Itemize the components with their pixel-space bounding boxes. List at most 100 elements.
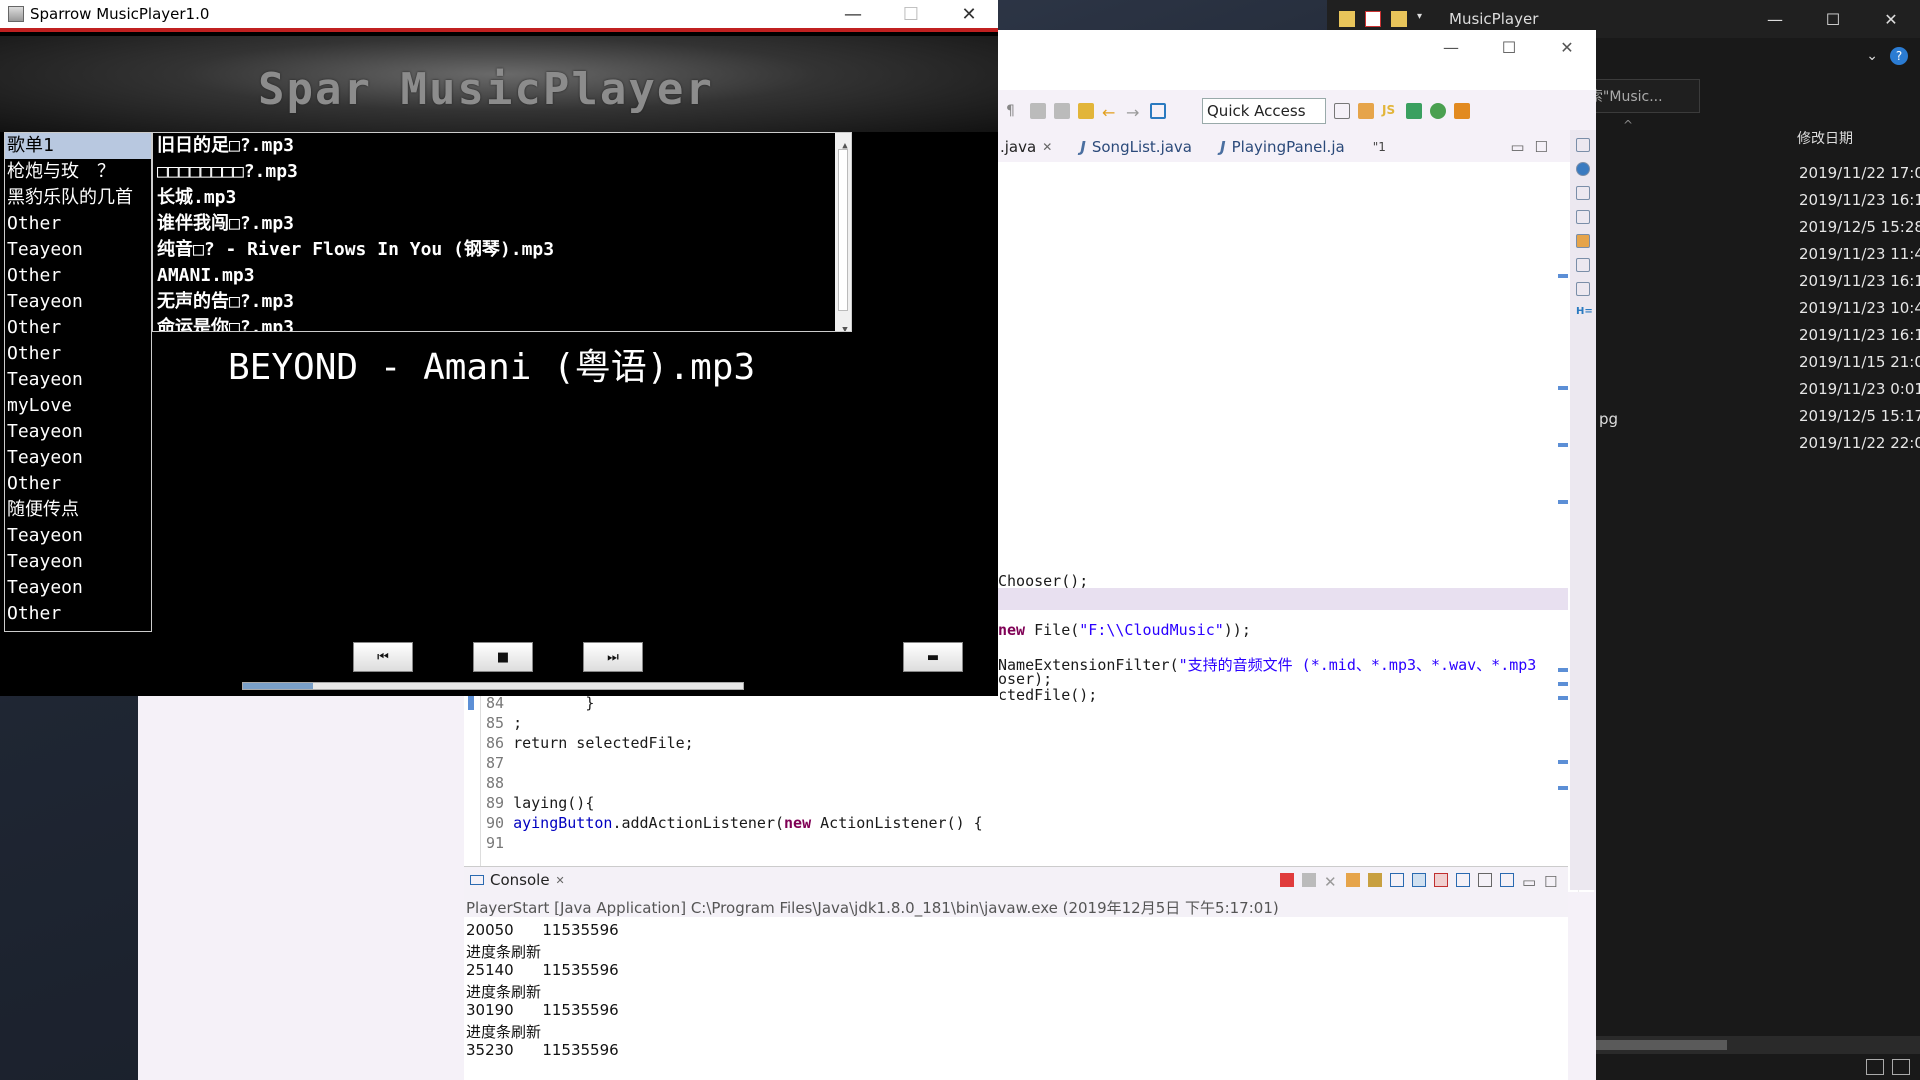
file-date[interactable]: 2019/11/23 10:4 [1799, 299, 1920, 326]
close-tab-icon[interactable]: ✕ [556, 874, 565, 887]
outline-icon[interactable] [1576, 162, 1590, 176]
song-item[interactable]: 命运是你□?.mp3 [153, 315, 851, 331]
file-date[interactable]: 2019/11/23 16:1 [1799, 191, 1920, 218]
close-button[interactable]: ✕ [940, 4, 998, 25]
console-tab[interactable]: Console [490, 871, 550, 889]
search-icon[interactable] [1054, 103, 1070, 119]
git-perspective-icon[interactable] [1454, 103, 1470, 119]
details-view-icon[interactable] [1866, 1059, 1884, 1075]
playlist-item[interactable]: Other [5, 263, 151, 289]
restore-icon[interactable] [1576, 210, 1590, 224]
properties-icon[interactable] [1365, 11, 1381, 27]
playlist-list[interactable]: 歌单1 枪炮与玫 ？黑豹乐队的几首 Other Teayeon Other Teayeon… [4, 132, 152, 632]
maximize-view-icon[interactable]: ☐ [1544, 873, 1558, 891]
song-item[interactable]: AMANI.mp3 [153, 263, 851, 289]
overview-marker[interactable] [1558, 682, 1568, 686]
code-editor-right[interactable]: Chooser(); new File("F:\\CloudMusic")); … [998, 162, 1594, 892]
pin-console-icon[interactable] [1456, 873, 1470, 887]
heading-icon[interactable]: H= [1576, 306, 1593, 320]
restore-icon[interactable] [1576, 138, 1590, 152]
overview-marker[interactable] [1558, 274, 1568, 278]
song-list-scrollbar[interactable]: ▲ ▼ [835, 133, 851, 331]
console-output[interactable]: 20050 11535596 进度条刷新 25140 11535596 进度条刷新 30… [464, 917, 1568, 1065]
help-icon[interactable]: ? [1890, 47, 1908, 65]
file-date[interactable]: 2019/12/5 15:28 [1799, 218, 1920, 245]
previous-button[interactable]: ⏮ [353, 642, 413, 672]
playlist-item[interactable]: Other [5, 341, 151, 367]
overview-marker[interactable] [1558, 386, 1568, 390]
tab-overflow[interactable]: "1 [1359, 140, 1400, 154]
scroll-lock-icon[interactable] [1368, 873, 1382, 887]
new-folder-icon[interactable] [1391, 11, 1407, 27]
song-list[interactable]: 旧日的足□?.mp3 □□□□□□□□?.mp3 长城.mp3 谁伴我闯□?.mp3 纯… [152, 132, 852, 332]
minimize-view-icon[interactable]: ▭ [1522, 873, 1536, 891]
overview-marker[interactable] [1558, 500, 1568, 504]
java-perspective-icon[interactable] [1430, 103, 1446, 119]
task-list-icon[interactable] [1576, 234, 1590, 248]
overview-marker[interactable] [1558, 443, 1568, 447]
pin-editor-icon[interactable] [1150, 103, 1166, 119]
clear-console-icon[interactable] [1346, 873, 1360, 887]
overview-marker[interactable] [1558, 668, 1568, 672]
javascript-perspective-icon[interactable]: JS [1382, 103, 1398, 119]
maximize-button[interactable]: ☐ [882, 4, 940, 25]
song-item[interactable]: 谁伴我闯□?.mp3 [153, 211, 851, 237]
playlist-item[interactable]: Teayeon [5, 419, 151, 445]
playlist-item[interactable]: 歌单1 [5, 133, 151, 159]
open-perspective-icon[interactable] [1334, 103, 1350, 119]
playlist-item[interactable]: Teayeon [5, 237, 151, 263]
playlist-item[interactable]: Teayeon [5, 523, 151, 549]
display-console-icon[interactable] [1478, 873, 1492, 887]
scroll-down-icon[interactable]: ▼ [835, 317, 851, 331]
large-icons-view-icon[interactable] [1892, 1059, 1910, 1075]
playlist-item[interactable]: 枪炮与玫 ？ [5, 159, 151, 185]
word-wrap-icon[interactable] [1390, 873, 1404, 887]
maximize-button[interactable]: ☐ [1804, 10, 1862, 29]
close-button[interactable]: ✕ [1538, 38, 1596, 57]
minimize-editor-icon[interactable]: ▭ [1510, 138, 1524, 156]
link-icon[interactable] [1576, 186, 1590, 200]
menu-button[interactable]: ▬ [903, 642, 963, 672]
file-date[interactable]: 2019/12/5 15:17 [1799, 407, 1920, 434]
playlist-item[interactable]: Teayeon [5, 575, 151, 601]
song-item[interactable]: 长城.mp3 [153, 185, 851, 211]
playlist-item[interactable]: 黑豹乐队的几首 [5, 185, 151, 211]
file-date[interactable]: 2019/11/23 0:01 [1799, 380, 1920, 407]
playlist-item[interactable]: myLove [5, 393, 151, 419]
column-header-chevron-icon[interactable]: ^ [1623, 118, 1633, 132]
open-console-icon[interactable] [1500, 873, 1514, 887]
playlist-item[interactable]: Teayeon [5, 289, 151, 315]
tab-java-file[interactable]: .java ✕ [998, 138, 1066, 156]
remove-launch-icon[interactable] [1302, 873, 1316, 887]
ribbon-expand-icon[interactable]: ⌄ [1866, 48, 1878, 64]
playlist-item[interactable]: Teayeon [5, 445, 151, 471]
back-arrow-icon[interactable]: ← [1102, 103, 1118, 122]
overview-marker[interactable] [1558, 696, 1568, 700]
folder-icon[interactable] [1339, 11, 1355, 27]
annotation-icon[interactable] [1030, 103, 1046, 119]
customize-qat-icon[interactable]: ▾ [1417, 11, 1433, 27]
tab-songlist[interactable]: J SongList.java [1066, 138, 1206, 156]
playlist-item[interactable]: Other [5, 315, 151, 341]
file-date[interactable]: 2019/11/23 11:4 [1799, 245, 1920, 272]
playlist-item[interactable]: Other [5, 471, 151, 497]
maximize-button[interactable]: ☐ [1480, 38, 1538, 57]
minimize-button[interactable]: — [1746, 10, 1804, 29]
hierarchy-icon[interactable] [1576, 258, 1590, 272]
file-date[interactable]: 2019/11/23 16:1 [1799, 272, 1920, 299]
playlist-item[interactable]: Teayeon [5, 549, 151, 575]
minimize-button[interactable]: — [1422, 38, 1480, 57]
restore-icon[interactable] [1576, 282, 1590, 296]
code-editor-left[interactable]: 84 } 85 ; 86 return selectedFile; 87 88 89 … [464, 690, 1000, 890]
minimize-button[interactable]: — [824, 4, 882, 25]
song-item[interactable]: 纯音□? - River Flows In You (钢琴).mp3 [153, 237, 851, 263]
java-ee-perspective-icon[interactable] [1358, 103, 1374, 119]
close-tab-icon[interactable]: ✕ [1042, 140, 1052, 154]
playback-progress-bar[interactable] [242, 682, 744, 690]
link-icon[interactable] [1078, 103, 1094, 119]
song-item[interactable]: 无声的告□?.mp3 [153, 289, 851, 315]
file-date[interactable]: 2019/11/23 16:1 [1799, 326, 1920, 353]
next-button[interactable]: ⏭ [583, 642, 643, 672]
scrollbar-thumb[interactable] [838, 149, 848, 311]
column-header-modified-date[interactable]: 修改日期 [1797, 128, 1853, 148]
